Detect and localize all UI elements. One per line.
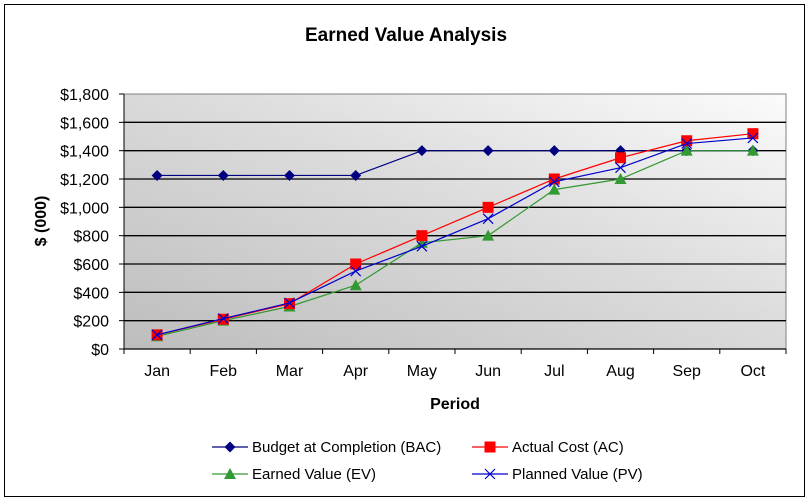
y-tick-label: $400 <box>73 285 109 302</box>
x-axis-title: Period <box>430 396 480 413</box>
legend-item-bac: Budget at Completion (BAC) <box>212 439 441 456</box>
legend-item-pv: Planned Value (PV) <box>472 466 643 483</box>
x-tick-label: Jun <box>475 363 501 380</box>
legend: Budget at Completion (BAC) Actual Cost (A… <box>212 439 643 483</box>
x-tick-label: Mar <box>276 363 304 380</box>
legend-item-ev: Earned Value (EV) <box>212 466 376 483</box>
y-tick-label: $0 <box>91 342 109 359</box>
x-tick-label: May <box>407 363 437 380</box>
x-tick-label: Jan <box>144 363 170 380</box>
legend-label: Earned Value (EV) <box>252 466 376 483</box>
y-tick-label: $1,200 <box>60 172 109 189</box>
data-point-ac <box>482 201 494 213</box>
legend-marker-ac <box>484 441 496 453</box>
x-tick-label: Aug <box>606 363 634 380</box>
y-tick-label: $1,600 <box>60 115 109 132</box>
x-tick-label: Sep <box>672 363 701 380</box>
x-tick-label: Jul <box>544 363 564 380</box>
y-tick-label: $1,400 <box>60 144 109 161</box>
legend-item-ac: Actual Cost (AC) <box>472 439 624 456</box>
data-point-ac <box>548 173 560 185</box>
y-tick-label: $1,800 <box>60 87 109 104</box>
y-axis-title: $ (000) <box>33 196 50 247</box>
x-tick-label: Apr <box>343 363 369 380</box>
earned-value-chart: Earned Value Analysis $0 $200 $400 $600 $800… <box>33 25 787 483</box>
y-tick-label: $1,000 <box>60 200 109 217</box>
chart-title: Earned Value Analysis <box>305 25 507 46</box>
legend-marker-bac <box>224 441 236 453</box>
data-point-ac <box>416 230 428 242</box>
legend-label: Budget at Completion (BAC) <box>252 439 441 456</box>
y-tick-label: $800 <box>73 229 109 246</box>
data-point-ac <box>615 152 626 164</box>
legend-label: Planned Value (PV) <box>512 466 643 483</box>
legend-label: Actual Cost (AC) <box>512 439 624 456</box>
y-tick-label: $200 <box>73 314 109 331</box>
x-tick-label: Oct <box>740 363 765 380</box>
x-tick-label: Feb <box>210 363 238 380</box>
y-tick-label: $600 <box>73 257 109 274</box>
